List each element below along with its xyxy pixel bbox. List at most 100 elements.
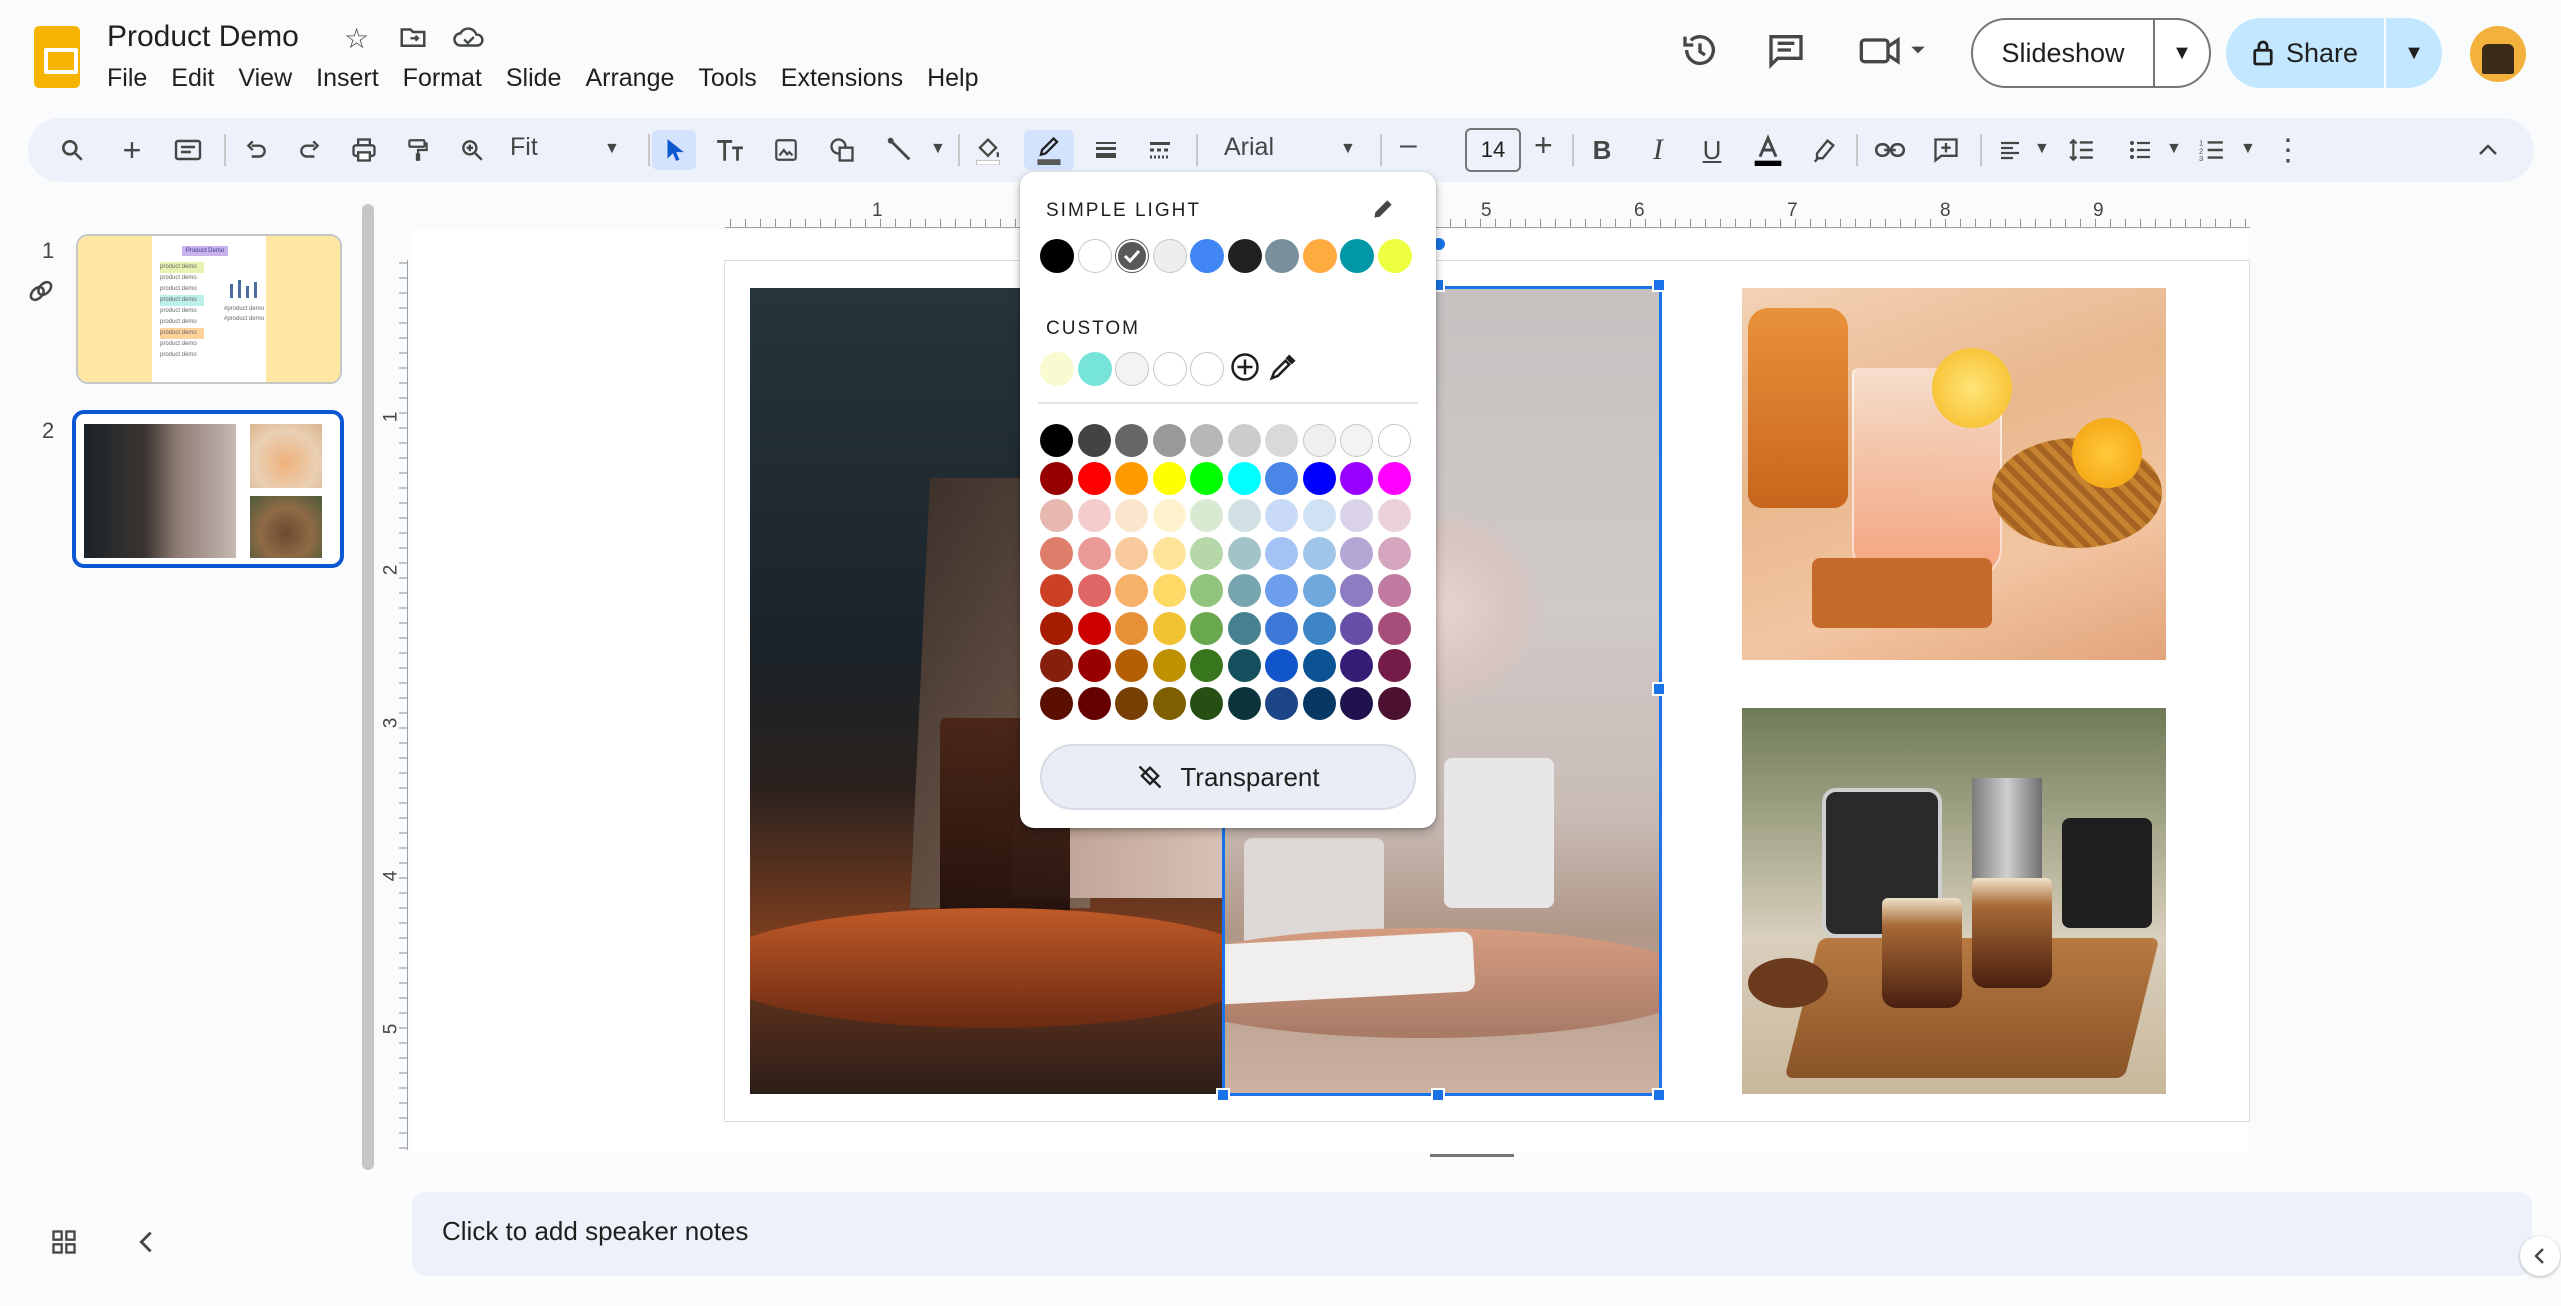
chevron-down-icon[interactable]: ▼ [930,140,946,158]
border-weight-icon[interactable] [1086,130,1126,170]
palette-color-swatch[interactable] [1340,461,1373,495]
palette-color-swatch[interactable] [1077,574,1111,607]
grid-view-icon[interactable] [50,1228,78,1261]
notes-resize-handle[interactable] [1430,1154,1514,1157]
palette-color-swatch[interactable] [1040,686,1073,720]
palette-color-swatch[interactable] [1077,424,1111,457]
palette-color-swatch[interactable] [1077,649,1111,682]
palette-color-swatch[interactable] [1377,686,1411,720]
align-left-icon[interactable] [1990,130,2030,170]
version-history-icon[interactable] [1680,30,1720,79]
expand-side-panel-icon[interactable] [2520,1236,2560,1276]
font-size-input[interactable]: 14 [1465,128,1521,172]
palette-color-swatch[interactable] [1265,574,1298,607]
custom-color-swatch[interactable] [1040,352,1074,386]
custom-color-swatch[interactable] [1115,352,1149,386]
menu-extensions[interactable]: Extensions [769,64,915,93]
custom-color-swatch[interactable] [1152,352,1187,386]
palette-color-swatch[interactable] [1377,649,1411,682]
undo-icon[interactable] [236,130,276,170]
palette-color-swatch[interactable] [1302,649,1336,682]
palette-color-swatch[interactable] [1340,424,1373,457]
paint-format-icon[interactable] [398,130,438,170]
highlight-color-icon[interactable] [1804,130,1844,170]
comments-icon[interactable] [1766,30,1806,79]
palette-color-swatch[interactable] [1227,499,1261,532]
palette-color-swatch[interactable] [1190,686,1223,720]
palette-color-swatch[interactable] [1040,611,1073,645]
insert-image-icon[interactable] [766,130,806,170]
palette-color-swatch[interactable] [1190,536,1223,570]
slideshow-options-icon[interactable]: ▼ [2155,42,2209,65]
palette-color-swatch[interactable] [1040,499,1073,532]
underline-icon[interactable]: U [1692,130,1732,170]
palette-color-swatch[interactable] [1190,574,1223,607]
palette-color-swatch[interactable] [1377,424,1411,457]
more-options-icon[interactable]: ⋮ [2268,130,2308,170]
new-slide-layout-icon[interactable] [168,130,208,170]
resize-handle[interactable] [1216,1088,1230,1102]
menu-format[interactable]: Format [391,64,494,93]
palette-color-swatch[interactable] [1302,611,1336,645]
speaker-notes[interactable]: Click to add speaker notes [412,1192,2532,1276]
theme-color-swatch[interactable] [1077,239,1112,273]
palette-color-swatch[interactable] [1077,536,1111,570]
text-box-icon[interactable] [710,130,750,170]
palette-color-swatch[interactable] [1340,536,1373,570]
move-folder-icon[interactable] [398,22,428,59]
palette-color-swatch[interactable] [1190,499,1223,532]
chevron-down-icon[interactable]: ▼ [2034,140,2050,158]
slides-logo-icon[interactable] [34,26,80,88]
decrease-font-size-button[interactable]: – [1400,128,1417,162]
palette-color-swatch[interactable] [1190,424,1223,457]
chevron-down-icon[interactable]: ▼ [2240,140,2256,158]
palette-color-swatch[interactable] [1340,574,1373,607]
palette-color-swatch[interactable] [1340,499,1373,532]
palette-color-swatch[interactable] [1265,686,1298,720]
coffee-set-photo[interactable] [1742,708,2166,1094]
iced-tea-photo[interactable] [1742,288,2166,660]
palette-color-swatch[interactable] [1190,649,1223,682]
text-color-icon[interactable] [1746,130,1790,170]
palette-color-swatch[interactable] [1115,611,1148,645]
theme-color-swatch[interactable] [1115,239,1149,273]
zoom-icon[interactable] [452,130,492,170]
palette-color-swatch[interactable] [1302,499,1336,532]
font-family-select[interactable]: Arial [1224,133,1274,162]
menu-tools[interactable]: Tools [686,64,768,93]
menu-insert[interactable]: Insert [304,64,391,93]
palette-color-swatch[interactable] [1040,424,1073,457]
search-menus-icon[interactable] [52,130,92,170]
fill-color-icon[interactable] [968,130,1008,170]
palette-color-swatch[interactable] [1040,574,1073,607]
zoom-select[interactable]: Fit [510,133,538,162]
palette-color-swatch[interactable] [1115,536,1148,570]
slideshow-button[interactable]: Slideshow [1973,38,2153,69]
user-avatar[interactable] [2470,26,2526,82]
chevron-down-icon[interactable]: ▼ [604,140,620,158]
resize-handle[interactable] [1652,1088,1666,1102]
palette-color-swatch[interactable] [1340,686,1373,720]
bold-icon[interactable]: B [1582,130,1622,170]
palette-color-swatch[interactable] [1227,424,1261,457]
palette-color-swatch[interactable] [1377,611,1411,645]
menu-arrange[interactable]: Arrange [573,64,686,93]
palette-color-swatch[interactable] [1190,611,1223,645]
palette-color-swatch[interactable] [1227,611,1261,645]
theme-color-swatch[interactable] [1152,239,1187,273]
palette-color-swatch[interactable] [1152,499,1186,532]
border-color-icon[interactable] [1024,130,1074,170]
palette-color-swatch[interactable] [1227,649,1261,682]
theme-color-swatch[interactable] [1227,239,1262,273]
palette-color-swatch[interactable] [1152,574,1186,607]
palette-color-swatch[interactable] [1077,686,1111,720]
transparent-button[interactable]: Transparent [1040,744,1416,810]
resize-handle[interactable] [1652,682,1666,696]
palette-color-swatch[interactable] [1227,536,1261,570]
filmstrip-scrollbar[interactable] [362,204,374,1170]
palette-color-swatch[interactable] [1040,649,1073,682]
line-spacing-icon[interactable] [2062,130,2102,170]
palette-color-swatch[interactable] [1077,461,1111,495]
meet-video-icon[interactable] [1858,30,1928,79]
numbered-list-icon[interactable]: 123 [2192,130,2232,170]
